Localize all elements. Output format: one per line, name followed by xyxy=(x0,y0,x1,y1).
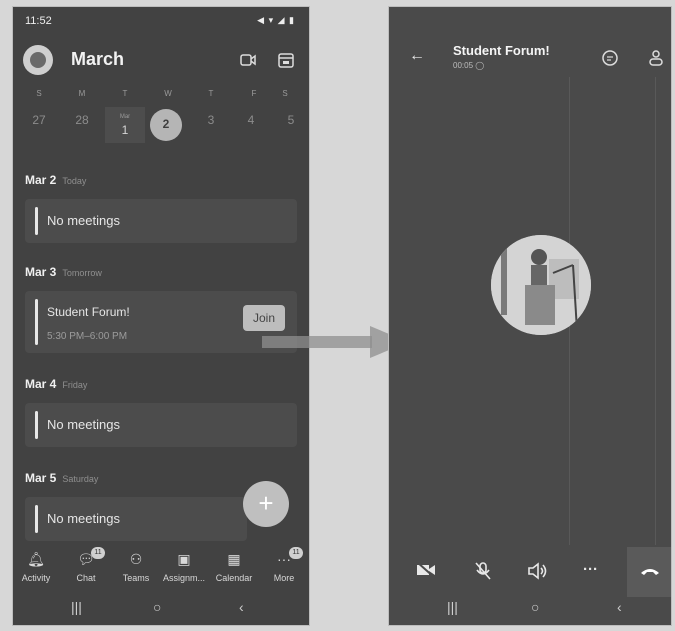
back-nav-button[interactable]: ‹ xyxy=(617,599,622,615)
teams-icon: ⚇ xyxy=(129,551,143,567)
chat-badge: 11 xyxy=(91,547,105,559)
tab-label: Teams xyxy=(122,573,150,583)
calendar-screen: 11:52 ◀ ▾ ◢ ▮ March S M T W T F S Mar 27… xyxy=(12,6,310,626)
status-bar: 11:52 ◀ ▾ ◢ ▮ xyxy=(13,7,309,33)
tab-more[interactable]: ··· 11 More xyxy=(259,547,309,583)
agenda-day-header: Mar 2 Today xyxy=(25,173,86,187)
card-accent xyxy=(35,207,38,235)
card-text: No meetings xyxy=(47,417,120,432)
card-accent xyxy=(35,505,38,533)
day-number[interactable]: 3 xyxy=(191,113,231,127)
presenter-image xyxy=(491,235,591,335)
tab-activity[interactable]: 🔔︎ Activity xyxy=(13,547,61,583)
day-number[interactable]: 5 xyxy=(271,113,309,127)
camera-off-icon[interactable] xyxy=(415,561,437,579)
more-options-icon[interactable]: ··· xyxy=(583,561,598,578)
bell-icon: 🔔︎ xyxy=(27,551,45,567)
weekday-label: S xyxy=(36,89,42,98)
agenda-date-sub: Saturday xyxy=(62,474,99,484)
chat-bubble-icon[interactable] xyxy=(601,49,619,67)
agenda-day-header: Mar 4 Friday xyxy=(25,377,87,391)
assignments-icon: ▣ xyxy=(177,551,191,567)
agenda-card[interactable]: No meetings xyxy=(25,403,297,447)
call-duration: 00:05 ◯ xyxy=(453,61,485,70)
weekday-label: W xyxy=(164,89,172,98)
weekday-label: T xyxy=(122,89,128,98)
month-label: Mar xyxy=(119,114,131,120)
agenda-date: Mar 5 xyxy=(25,471,57,485)
day-number-today[interactable]: 2 xyxy=(146,117,186,131)
agenda-card[interactable]: No meetings xyxy=(25,497,247,541)
tab-teams[interactable]: ⚇ Teams xyxy=(111,547,161,583)
tab-assignments[interactable]: ▣ Assignm... xyxy=(159,547,209,583)
card-text: No meetings xyxy=(47,213,120,228)
back-nav-button[interactable]: ‹ xyxy=(239,599,244,615)
agenda-date-sub: Today xyxy=(62,176,87,186)
divider xyxy=(655,77,656,545)
tab-chat[interactable]: 💬︎ 11 Chat xyxy=(61,547,111,583)
recent-apps-button[interactable]: ||| xyxy=(71,599,82,615)
status-icons: ◀ ▾ ◢ ▮ xyxy=(257,15,295,25)
speaker-icon[interactable] xyxy=(527,561,549,581)
day-number[interactable]: 1 xyxy=(105,123,145,137)
agenda-date-sub: Friday xyxy=(62,380,88,390)
weekday-label: M xyxy=(78,89,86,98)
participants-icon[interactable] xyxy=(647,49,665,67)
video-call-icon[interactable] xyxy=(239,51,257,69)
tab-label: Chat xyxy=(76,573,96,583)
meeting-title: Student Forum! xyxy=(47,305,130,319)
day-number[interactable]: 28 xyxy=(62,113,102,127)
new-event-button[interactable]: + xyxy=(243,481,289,527)
agenda-day-header: Mar 5 Saturday xyxy=(25,471,98,485)
agenda-date: Mar 4 xyxy=(25,377,57,391)
hang-up-icon xyxy=(641,569,659,575)
call-duration-value: 00:05 xyxy=(453,61,474,70)
weekday-label: S xyxy=(282,89,288,98)
card-text: No meetings xyxy=(47,511,120,526)
tab-label: Assignm... xyxy=(162,573,205,583)
agenda-day-header: Mar 3 Tomorrow xyxy=(25,265,102,279)
day-number[interactable]: 27 xyxy=(19,113,59,127)
card-accent xyxy=(35,411,38,439)
home-button[interactable]: ○ xyxy=(153,599,161,615)
meeting-card[interactable]: Student Forum! 5:30 PM–6:00 PM Join xyxy=(25,291,297,353)
agenda-date: Mar 3 xyxy=(25,265,57,279)
more-badge: 11 xyxy=(289,547,303,559)
user-avatar[interactable] xyxy=(23,45,53,75)
week-strip: S M T W T F S Mar 27 28 1 2 3 4 5 xyxy=(19,89,303,151)
status-time: 11:52 xyxy=(25,15,52,27)
back-arrow-icon[interactable]: ← xyxy=(409,47,425,65)
home-button[interactable]: ○ xyxy=(531,599,539,615)
tab-label: Calendar xyxy=(215,573,253,583)
mic-off-icon[interactable] xyxy=(473,561,493,581)
agenda-date: Mar 2 xyxy=(25,173,57,187)
recent-apps-button[interactable]: ||| xyxy=(447,599,458,615)
call-screen: ← Student Forum! 00:05 ◯ ··· ||| ○ ‹ xyxy=(388,6,672,626)
weekday-label: T xyxy=(208,89,214,98)
tab-label: More xyxy=(273,573,295,583)
meeting-time: 5:30 PM–6:00 PM xyxy=(47,331,128,342)
calendar-view-icon[interactable] xyxy=(277,51,295,69)
calendar-icon: ▦ xyxy=(227,551,241,567)
agenda-card[interactable]: No meetings xyxy=(25,199,297,243)
system-nav-bar: ||| ○ ‹ xyxy=(13,589,309,625)
month-title[interactable]: March xyxy=(71,49,124,70)
agenda-date-sub: Tomorrow xyxy=(62,268,102,278)
card-accent xyxy=(35,299,38,345)
tab-label: Activity xyxy=(21,573,51,583)
system-nav-bar: ||| ○ ‹ xyxy=(389,589,671,625)
tab-calendar[interactable]: ▦ Calendar xyxy=(209,547,259,583)
speaker-video-thumbnail[interactable] xyxy=(491,235,591,335)
day-number[interactable]: 4 xyxy=(231,113,271,127)
bottom-tab-bar: 🔔︎ Activity 💬︎ 11 Chat ⚇ Teams ▣ Assignm… xyxy=(13,547,309,591)
call-title: Student Forum! xyxy=(453,43,550,58)
